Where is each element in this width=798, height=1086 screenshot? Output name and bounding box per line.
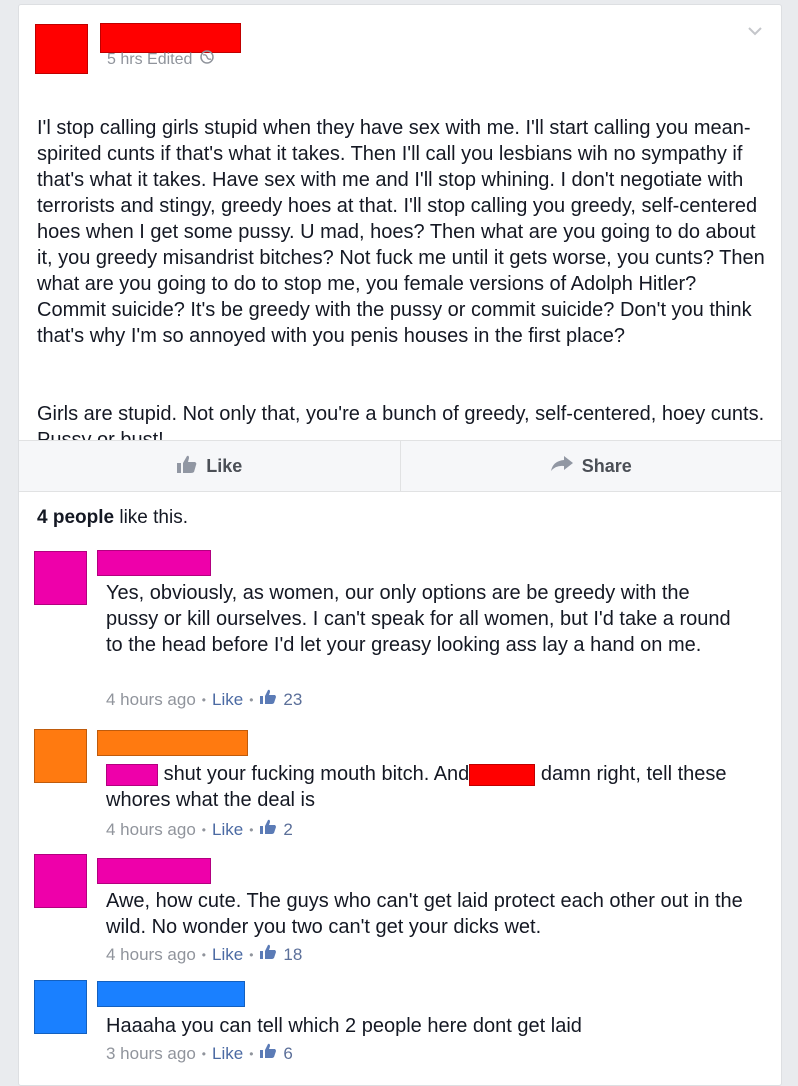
separator-dot: • bbox=[201, 947, 206, 962]
tagged-user-redacted[interactable] bbox=[469, 763, 536, 786]
post-action-bar: Like Share bbox=[19, 440, 781, 492]
commenter-avatar-redacted[interactable] bbox=[34, 729, 87, 783]
separator-dot: • bbox=[201, 822, 206, 837]
commenter-name-redacted[interactable] bbox=[97, 550, 211, 576]
comment-meta: 3 hours ago • Like • 6 bbox=[106, 1043, 293, 1064]
chevron-down-icon[interactable] bbox=[747, 23, 763, 39]
separator-dot: • bbox=[201, 1046, 206, 1061]
comment-like-count[interactable]: 23 bbox=[283, 690, 302, 710]
likes-count-link[interactable]: 4 people bbox=[37, 507, 114, 528]
comment-timestamp[interactable]: 4 hours ago bbox=[106, 820, 196, 840]
comment-timestamp[interactable]: 3 hours ago bbox=[106, 1044, 196, 1064]
comment-text: Yes, obviously, as women, our only optio… bbox=[106, 582, 731, 656]
comment-like-count[interactable]: 18 bbox=[283, 945, 302, 965]
comment-text: shut your fucking mouth bitch. And damn … bbox=[106, 761, 746, 813]
post-author-name-redacted[interactable] bbox=[100, 23, 241, 53]
post-paragraph-1: I'l stop calling girls stupid when they … bbox=[37, 117, 765, 347]
comment-like-link[interactable]: Like bbox=[212, 820, 243, 840]
separator-dot: • bbox=[201, 692, 206, 707]
comment-timestamp[interactable]: 4 hours ago bbox=[106, 945, 196, 965]
globe-icon bbox=[200, 50, 215, 69]
like-button-label: Like bbox=[206, 455, 243, 476]
share-arrow-icon bbox=[550, 455, 574, 478]
comment-like-count[interactable]: 6 bbox=[283, 1044, 292, 1064]
comment-text-part-1: shut your fucking mouth bitch. And bbox=[163, 763, 470, 785]
separator-dot: • bbox=[249, 822, 254, 837]
share-button-label: Share bbox=[581, 455, 632, 476]
commenter-name-redacted[interactable] bbox=[97, 730, 248, 756]
post-timestamp[interactable]: 5 hrs Edited bbox=[107, 51, 192, 69]
separator-dot: • bbox=[249, 947, 254, 962]
share-button[interactable]: Share bbox=[399, 441, 782, 491]
post-meta: 5 hrs Edited bbox=[107, 50, 215, 69]
separator-dot: • bbox=[249, 1046, 254, 1061]
thumbs-up-icon bbox=[259, 689, 277, 710]
comment-like-link[interactable]: Like bbox=[212, 1044, 243, 1064]
thumbs-up-icon bbox=[259, 944, 277, 965]
thumbs-up-icon bbox=[259, 819, 277, 840]
comment-like-link[interactable]: Like bbox=[212, 945, 243, 965]
thumbs-up-icon bbox=[259, 1043, 277, 1064]
comment-text: Haaaha you can tell which 2 people here … bbox=[106, 1015, 582, 1037]
commenter-name-redacted[interactable] bbox=[97, 981, 245, 1007]
commenter-avatar-redacted[interactable] bbox=[34, 980, 87, 1034]
comment-timestamp[interactable]: 4 hours ago bbox=[106, 690, 196, 710]
comment-meta: 4 hours ago • Like • 23 bbox=[106, 689, 302, 710]
post-card: 5 hrs Edited I'l stop calling girls stup… bbox=[18, 4, 782, 1086]
thumbs-up-icon bbox=[176, 454, 198, 479]
comment-like-link[interactable]: Like bbox=[212, 690, 243, 710]
likes-summary: 4 people like this. bbox=[37, 507, 188, 529]
like-button[interactable]: Like bbox=[19, 441, 400, 491]
separator-dot: • bbox=[249, 692, 254, 707]
commenter-avatar-redacted[interactable] bbox=[34, 551, 87, 605]
comment-like-count[interactable]: 2 bbox=[283, 820, 292, 840]
post-author-avatar-redacted[interactable] bbox=[35, 24, 88, 74]
likes-summary-suffix: like this. bbox=[114, 507, 188, 528]
commenter-avatar-redacted[interactable] bbox=[34, 854, 87, 908]
comment-meta: 4 hours ago • Like • 18 bbox=[106, 944, 302, 965]
comment-text: Awe, how cute. The guys who can't get la… bbox=[106, 890, 743, 938]
comment-meta: 4 hours ago • Like • 2 bbox=[106, 819, 293, 840]
tagged-user-redacted[interactable] bbox=[106, 763, 158, 786]
commenter-name-redacted[interactable] bbox=[97, 858, 211, 884]
